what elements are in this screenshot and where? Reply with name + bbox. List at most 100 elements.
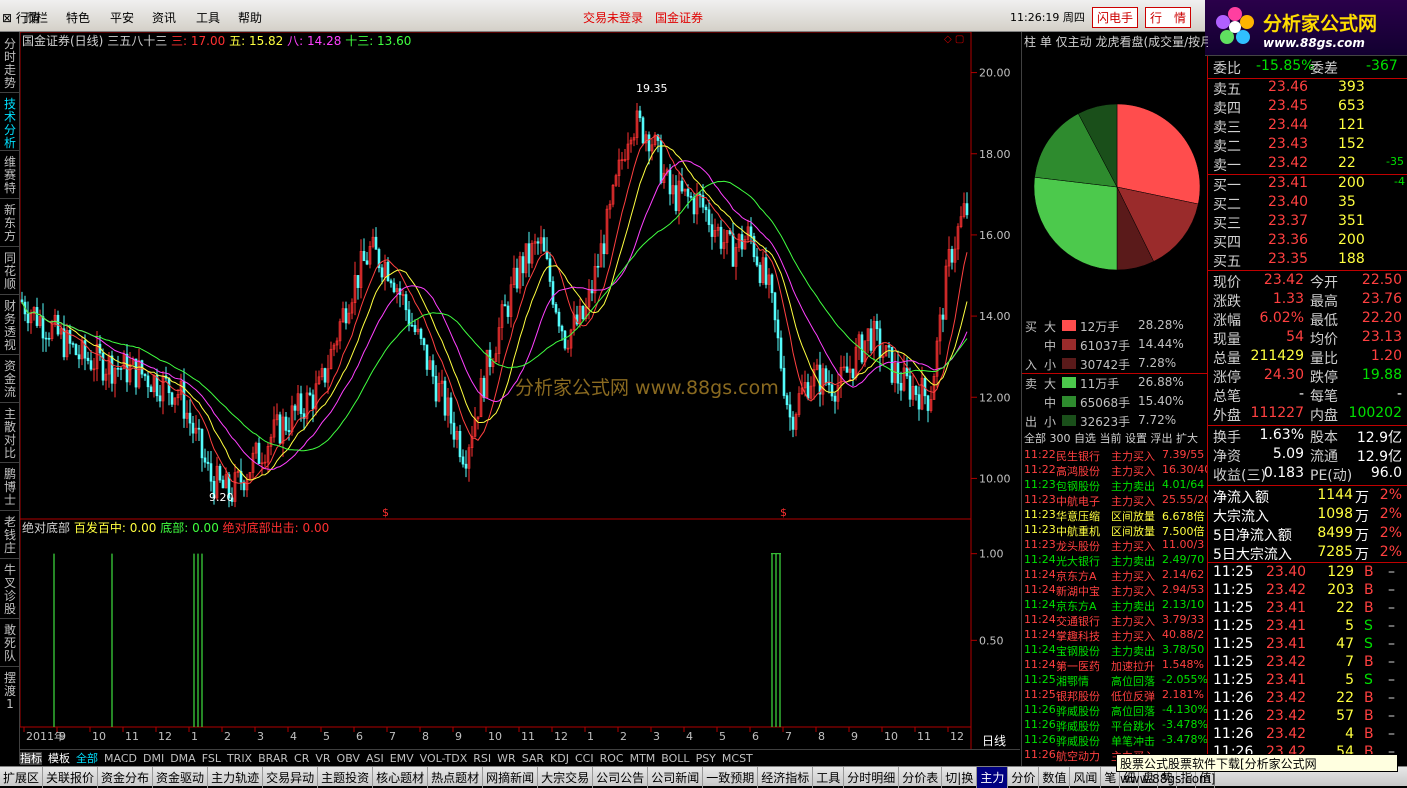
candle-body	[449, 397, 453, 424]
bottom-tab[interactable]: 数值	[1039, 767, 1071, 788]
tab-obv[interactable]: OBV	[337, 752, 360, 765]
sidebar-item-weisaite[interactable]: 维赛特	[2, 156, 18, 195]
bottom-tab[interactable]: 主力	[977, 767, 1009, 788]
bottom-tab[interactable]: 切|换	[942, 767, 978, 788]
news-item[interactable]: 11:24 京东方A 主力买入 2.14/62	[1022, 568, 1208, 583]
menu-pingan[interactable]: 平安	[110, 9, 134, 26]
news-item[interactable]: 11:23 龙头股份 主力买入 11.00/3	[1022, 538, 1208, 553]
tab-cci[interactable]: CCI	[575, 752, 594, 765]
candle-body	[203, 457, 207, 463]
sidebar-item-pengboshi[interactable]: 鹏博士	[2, 468, 18, 507]
tab-全部[interactable]: 全部	[76, 752, 98, 765]
news-item[interactable]: 11:26 骅威股份 单笔冲击 -3.478%	[1022, 733, 1208, 748]
tab-asi[interactable]: ASI	[366, 752, 384, 765]
mid-header[interactable]: 柱 单 仅主动 龙虎看盘(成交量/按月	[1024, 33, 1208, 50]
menu-special[interactable]: 特色	[66, 9, 90, 26]
tab-指标[interactable]: 指标	[20, 752, 42, 765]
tab-macd[interactable]: MACD	[104, 752, 137, 765]
sidebar-item-capital-flow[interactable]: 资金流	[2, 360, 18, 399]
candle-body	[311, 394, 315, 410]
tab-kdj[interactable]: KDJ	[550, 752, 569, 765]
news-filter[interactable]: 全部 300 自选 当前 设置 浮出 扩大	[1024, 430, 1208, 446]
tab-boll[interactable]: BOLL	[661, 752, 689, 765]
news-item[interactable]: 11:22 高鸿股份 主力买入 16.30/40	[1022, 463, 1208, 478]
bottom-tab[interactable]: 经济指标	[758, 767, 814, 788]
bottom-tab[interactable]: 网摘新闻	[483, 767, 539, 788]
trade-status[interactable]: 交易未登录	[583, 9, 643, 26]
bottom-tab[interactable]: 扩展区	[0, 767, 44, 788]
tab-emv[interactable]: EMV	[390, 752, 414, 765]
bottom-tab[interactable]: 分价表	[899, 767, 943, 788]
tab-psy[interactable]: PSY	[696, 752, 716, 765]
tab-vol-tdx[interactable]: VOL-TDX	[420, 752, 468, 765]
news-item[interactable]: 11:23 包钢股份 主力卖出 4.01/64	[1022, 478, 1208, 493]
bottom-tab[interactable]: 分价	[1008, 767, 1040, 788]
flash-trade-button[interactable]: 闪电手	[1092, 7, 1139, 28]
news-item[interactable]: 11:23 中航电子 主力买入 25.55/20	[1022, 493, 1208, 508]
bottom-tab[interactable]: 公司公告	[593, 767, 649, 788]
bottom-tab[interactable]: 资金驱动	[153, 767, 209, 788]
kline-chart[interactable]: 20.00 18.00 16.00 14.00 12.00 10.00 1.00 0.50 2…	[20, 32, 1021, 749]
bottom-tab[interactable]: 大宗交易	[538, 767, 594, 788]
tab-rsi[interactable]: RSI	[473, 752, 491, 765]
sidebar-item-laoqianzhuang[interactable]: 老钱庄	[2, 516, 18, 555]
news-item[interactable]: 11:23 中航重机 区间放量 7.500倍	[1022, 523, 1208, 538]
news-item[interactable]: 11:26 骅威股份 高位回落 -4.130%	[1022, 703, 1208, 718]
bottom-tab[interactable]: 公司新闻	[648, 767, 704, 788]
news-item[interactable]: 11:24 交通银行 主力买入 3.79/33	[1022, 613, 1208, 628]
tab-cr[interactable]: CR	[294, 752, 309, 765]
sidebar-item-tonghuashun[interactable]: 同花顺	[2, 252, 18, 291]
sidebar-item-xindongfang[interactable]: 新东方	[2, 204, 18, 243]
menu-tools[interactable]: 工具	[196, 9, 220, 26]
bottom-tab[interactable]: 热点题材	[428, 767, 484, 788]
candle-body	[146, 375, 150, 388]
menu-info[interactable]: 资讯	[152, 9, 176, 26]
candle-body	[581, 305, 585, 320]
bottom-tab[interactable]: 核心题材	[373, 767, 429, 788]
sidebar-item-intraday[interactable]: 分时走势	[2, 38, 18, 90]
tab-mcst[interactable]: MCST	[722, 752, 753, 765]
sidebar-item-technical[interactable]: 技术分析	[2, 98, 18, 150]
bottom-tab[interactable]: 资金分布	[98, 767, 154, 788]
news-item[interactable]: 11:22 民生银行 主力买入 7.39/55	[1022, 448, 1208, 463]
sidebar-item-main-retail[interactable]: 主散对比	[2, 408, 18, 460]
tab-trix[interactable]: TRIX	[227, 752, 252, 765]
bottom-tab[interactable]: 主力轨迹	[208, 767, 264, 788]
sidebar-item-baidu[interactable]: 摆渡1	[2, 672, 18, 711]
tab-brar[interactable]: BRAR	[258, 752, 288, 765]
tab-roc[interactable]: ROC	[600, 752, 624, 765]
tab-mtm[interactable]: MTM	[630, 752, 656, 765]
news-item[interactable]: 11:24 第一医药 加速拉升 1.548%	[1022, 658, 1208, 673]
tab-vr[interactable]: VR	[315, 752, 330, 765]
quote-button[interactable]: 行 情	[1145, 7, 1192, 28]
news-item[interactable]: 11:25 湘鄂情 高位回落 -2.055%	[1022, 673, 1208, 688]
menu-help[interactable]: 帮助	[238, 9, 262, 26]
menu-topbar[interactable]: 顶栏	[24, 9, 48, 26]
sidebar-item-diagnosis[interactable]: 牛叉诊股	[2, 564, 18, 616]
news-item[interactable]: 11:24 新湖中宝 主力买入 2.94/53	[1022, 583, 1208, 598]
news-item[interactable]: 11:25 银邦股份 低位反弹 2.181%	[1022, 688, 1208, 703]
bottom-tab[interactable]: 主题投资	[318, 767, 374, 788]
sidebar-item-finance[interactable]: 财务透视	[2, 300, 18, 352]
news-item[interactable]: 11:24 光大银行 主力卖出 2.49/70	[1022, 553, 1208, 568]
bottom-tab[interactable]: 一致预期	[703, 767, 759, 788]
news-item[interactable]: 11:24 宝钢股份 主力卖出 3.78/50	[1022, 643, 1208, 658]
candle-body	[827, 382, 831, 386]
tab-wr[interactable]: WR	[497, 752, 516, 765]
bottom-tab[interactable]: 关联报价	[43, 767, 99, 788]
tab-dma[interactable]: DMA	[170, 752, 196, 765]
bottom-tab[interactable]: 分时明细	[844, 767, 900, 788]
news-item[interactable]: 11:23 华意压缩 区间放量 6.678倍	[1022, 508, 1208, 523]
bottom-tab[interactable]: 风闻	[1070, 767, 1102, 788]
news-item[interactable]: 11:26 骅威股份 平台跳水 -3.478%	[1022, 718, 1208, 733]
news-item[interactable]: 11:24 京东方A 主力卖出 2.13/10	[1022, 598, 1208, 613]
tab-dmi[interactable]: DMI	[143, 752, 164, 765]
sidebar-item-gansidui[interactable]: 敢死队	[2, 624, 18, 663]
news-item[interactable]: 11:24 掌趣科技 主力买入 40.88/2	[1022, 628, 1208, 643]
bottom-tab[interactable]: 工具	[813, 767, 845, 788]
bottom-tab[interactable]: 交易异动	[263, 767, 319, 788]
tab-sar[interactable]: SAR	[522, 752, 544, 765]
tab-fsl[interactable]: FSL	[202, 752, 221, 765]
x-tick-label: 7	[785, 730, 792, 743]
tab-模板[interactable]: 模板	[48, 752, 70, 765]
